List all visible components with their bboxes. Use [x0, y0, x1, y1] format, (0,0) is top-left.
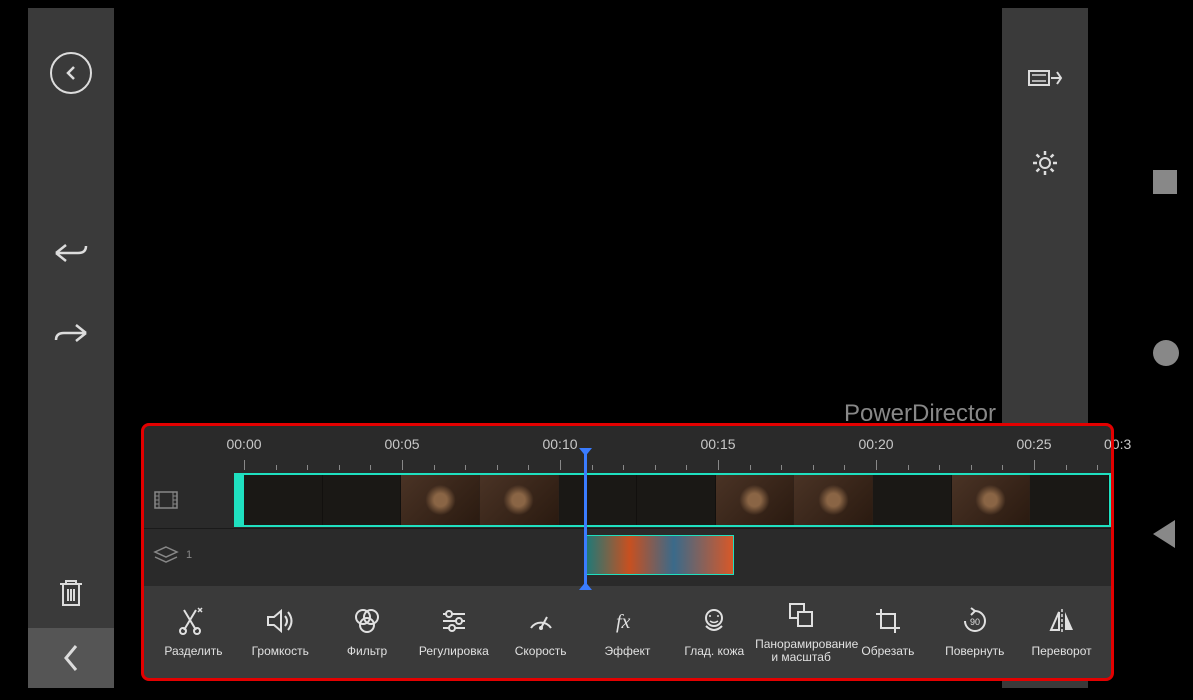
- trash-icon: [57, 578, 85, 608]
- playhead[interactable]: [584, 454, 587, 584]
- annotation-highlight: [141, 423, 1114, 681]
- nav-recent-button[interactable]: [1153, 170, 1177, 194]
- nav-back-button[interactable]: [1153, 520, 1175, 548]
- app-frame: PowerDirector 00:00 00:05 00:10 00:15 00…: [28, 8, 1088, 688]
- collapse-button[interactable]: [28, 628, 114, 688]
- export-button[interactable]: [1020, 53, 1070, 103]
- export-icon: [1027, 67, 1063, 89]
- gear-icon: [1030, 148, 1060, 178]
- chevron-left-icon: [61, 643, 81, 673]
- android-nav: [1143, 0, 1193, 700]
- left-sidebar: [28, 8, 114, 688]
- chevron-left-icon: [63, 65, 79, 81]
- undo-button[interactable]: [46, 228, 96, 278]
- preview-area[interactable]: [114, 8, 1002, 423]
- delete-button[interactable]: [46, 568, 96, 618]
- redo-icon: [54, 322, 88, 344]
- redo-button[interactable]: [46, 308, 96, 358]
- settings-button[interactable]: [1020, 138, 1070, 188]
- undo-icon: [54, 242, 88, 264]
- back-button[interactable]: [46, 48, 96, 98]
- nav-home-button[interactable]: [1153, 340, 1179, 366]
